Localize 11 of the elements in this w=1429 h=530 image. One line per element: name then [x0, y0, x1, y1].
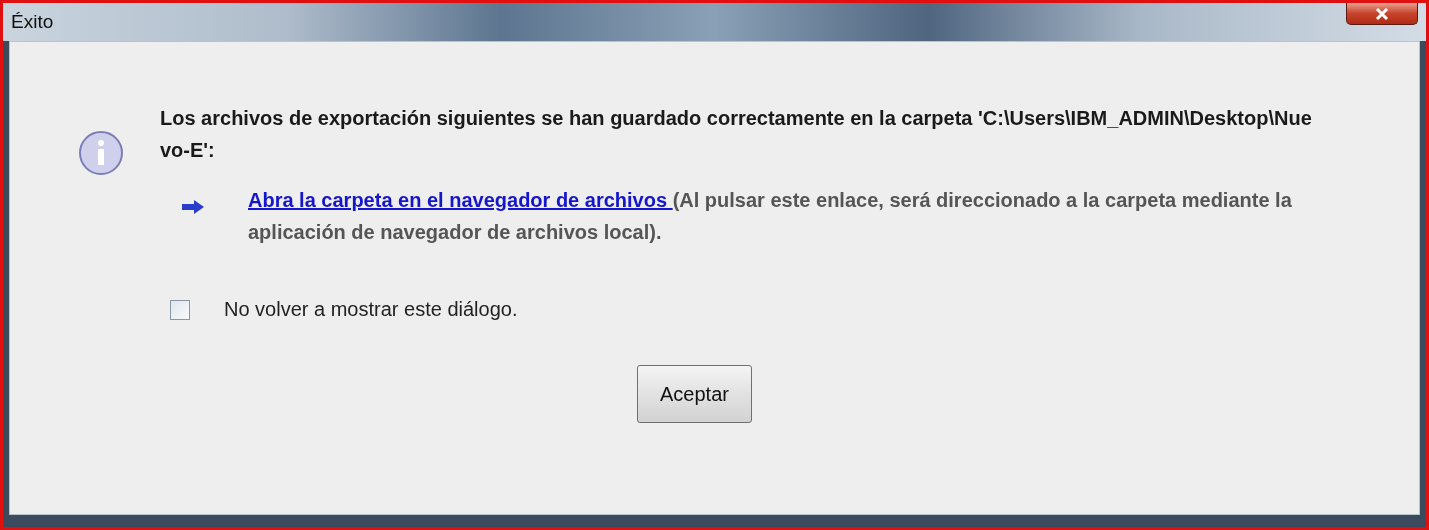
link-description: Abra la carpeta en el navegador de archivos (Al pulsar este enlace, será direccionado a la carpeta mediante la aplicación de navegador de archivos local).	[248, 188, 1293, 245]
checkbox[interactable]	[170, 299, 190, 320]
folder-link[interactable]: Abra la carpeta en el navegador de archivos	[248, 189, 673, 211]
checkbox-label: No volver a mostrar este diálogo.	[224, 298, 518, 321]
window-title: Éxito	[11, 11, 54, 33]
accept-button[interactable]: Aceptar	[637, 365, 752, 423]
arrow-icon	[182, 200, 204, 214]
close-button[interactable]	[1346, 3, 1418, 25]
close-icon	[1375, 7, 1389, 20]
message-text: Los archivos de exportación siguientes se han guardado correctamente en la carpeta 'C:\Users\IBM_ADMIN\Desktop\Nuevo-E':	[160, 106, 1313, 163]
info-icon	[78, 130, 124, 176]
